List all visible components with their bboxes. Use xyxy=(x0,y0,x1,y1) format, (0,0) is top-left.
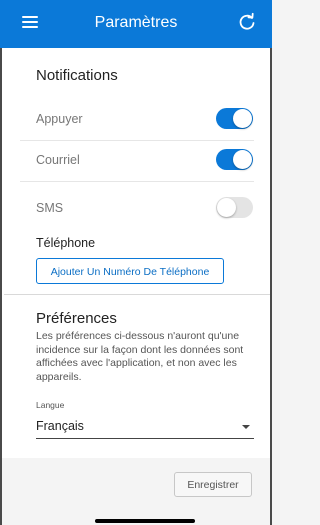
language-value: Français xyxy=(36,419,84,433)
notifications-title: Notifications xyxy=(36,67,118,84)
section-divider xyxy=(4,294,270,295)
toggle-knob xyxy=(233,109,252,128)
toggle-knob xyxy=(217,198,236,217)
preferences-description: Les préférences ci-dessous n'auront qu'u… xyxy=(36,330,244,383)
email-toggle[interactable] xyxy=(216,149,253,170)
language-select[interactable]: Français xyxy=(36,416,254,439)
save-button[interactable]: Enregistrer xyxy=(174,472,252,497)
page-title: Paramètres xyxy=(94,14,178,31)
notification-row-label-sms: SMS xyxy=(36,201,64,215)
settings-screen: Paramètres Notifications Appuyer Courrie… xyxy=(0,0,272,525)
divider xyxy=(20,140,254,141)
phone-label: Téléphone xyxy=(36,236,96,250)
chevron-down-icon xyxy=(242,425,250,429)
window-edge-right xyxy=(270,48,272,525)
refresh-icon[interactable] xyxy=(236,11,258,33)
home-indicator xyxy=(95,519,195,523)
notification-row-label-push: Appuyer xyxy=(36,112,83,126)
add-phone-button[interactable]: Ajouter Un Numéro De Téléphone xyxy=(36,258,224,284)
settings-card: Notifications Appuyer Courriel SMS Télép… xyxy=(2,48,270,458)
toggle-knob xyxy=(233,150,252,169)
preferences-title: Préférences xyxy=(36,310,117,327)
notification-row-label-email: Courriel xyxy=(36,153,80,167)
language-label: Langue xyxy=(36,400,65,410)
push-toggle[interactable] xyxy=(216,108,253,129)
header-bar: Paramètres xyxy=(0,0,272,48)
sms-toggle[interactable] xyxy=(216,197,253,218)
divider xyxy=(20,181,254,182)
